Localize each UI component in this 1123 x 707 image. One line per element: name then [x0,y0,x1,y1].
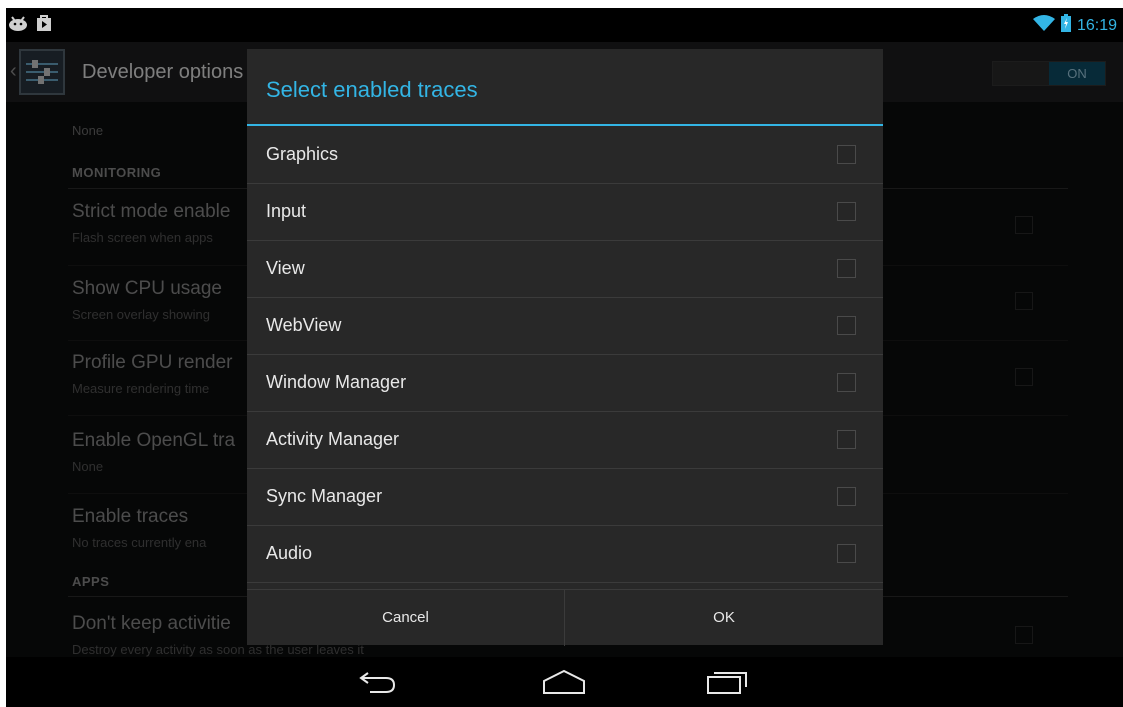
trace-option-graphics[interactable]: Graphics [247,127,883,184]
home-icon[interactable] [542,669,586,700]
option-label: WebView [266,315,342,335]
dialog-title: Select enabled traces [266,77,478,102]
recent-apps-icon[interactable] [706,669,750,700]
cancel-button[interactable]: Cancel [247,590,564,646]
graphics-checkbox[interactable] [837,145,856,164]
input-checkbox[interactable] [837,202,856,221]
play-store-notification-icon [36,14,52,37]
status-bar: 16:19 [6,8,1123,42]
ok-button[interactable]: OK [565,590,883,646]
trace-option-sync-manager[interactable]: Sync Manager [247,469,883,526]
option-label: Window Manager [266,372,407,392]
android-screen: 16:19 ‹ Developer options ON None MONITO… [6,8,1123,707]
navigation-bar [6,657,1123,707]
android-debug-icon [8,14,28,37]
trace-option-audio[interactable]: Audio [247,526,883,583]
dialog-button-bar: Cancel OK [247,589,883,646]
view-checkbox[interactable] [837,259,856,278]
trace-option-activity-manager[interactable]: Activity Manager [247,412,883,469]
sync-manager-checkbox[interactable] [837,487,856,506]
option-label: Activity Manager [266,429,400,449]
option-label: Sync Manager [266,486,383,506]
select-traces-dialog: Select enabled traces Graphics Input Vie… [247,49,883,646]
trace-option-view[interactable]: View [247,241,883,298]
trace-option-webview[interactable]: WebView [247,298,883,355]
audio-checkbox[interactable] [837,544,856,563]
option-label: Input [266,201,307,221]
option-label: Audio [266,543,313,563]
webview-checkbox[interactable] [837,316,856,335]
trace-option-input[interactable]: Input [247,184,883,241]
trace-options-list: Graphics Input View WebView Window Manag… [247,127,883,589]
option-label: Graphics [266,144,339,164]
activity-manager-checkbox[interactable] [837,430,856,449]
wifi-icon [1032,14,1055,37]
clock: 16:19 [1076,16,1117,34]
dialog-title-divider [247,124,883,126]
option-label: View [266,258,305,278]
back-icon[interactable] [358,669,398,700]
battery-charging-icon [1060,14,1071,37]
trace-option-window-manager[interactable]: Window Manager [247,355,883,412]
window-manager-checkbox[interactable] [837,373,856,392]
